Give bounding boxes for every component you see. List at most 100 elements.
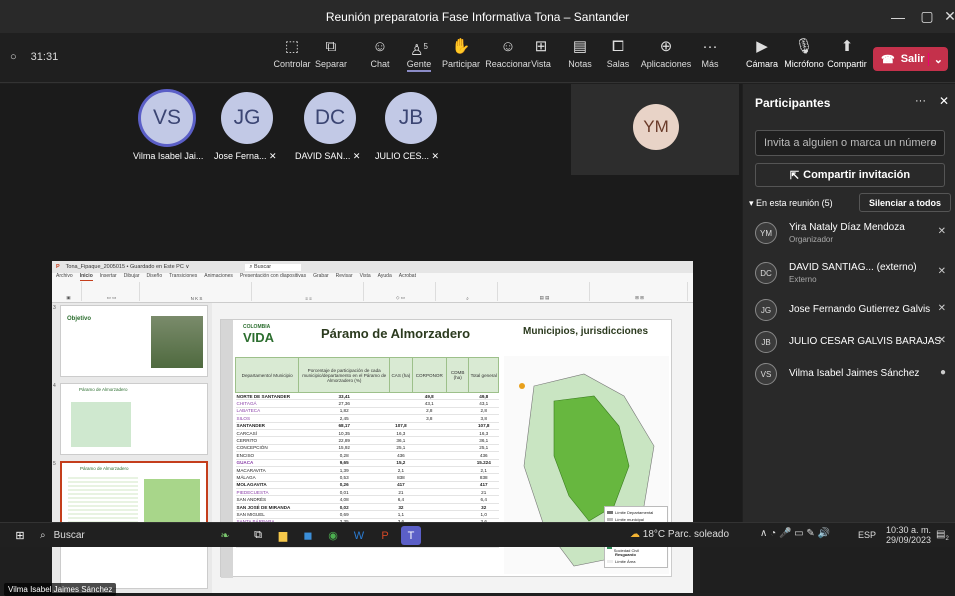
ppt-group-editing: ⌕ [438, 282, 498, 301]
table-cell: 16,3 [468, 429, 499, 438]
ppt-tab[interactable]: Animaciones [204, 273, 233, 281]
table-cell: 0,02 [298, 503, 390, 512]
teams-icon[interactable]: T [401, 526, 421, 545]
participant-row[interactable]: YM Yira Nataly Díaz Mendoza Organizador ✕ [755, 218, 950, 248]
ppt-tab[interactable]: Presentación con diapositivas [240, 273, 306, 281]
participant-row[interactable]: VS Vilma Isabel Jaimes Sánchez ● [755, 359, 950, 389]
apps-button[interactable]: ⊕ Aplicaciones [641, 37, 692, 79]
raise-hand-button[interactable]: ✋ Participar [439, 37, 483, 79]
table-cell [446, 451, 469, 460]
rooms-button[interactable]: ⧠ Salas [596, 37, 640, 79]
store-icon[interactable]: ◼ [298, 526, 318, 545]
more-button[interactable]: ··· Más [688, 37, 732, 79]
ppt-tab[interactable]: Acrobat [399, 273, 416, 281]
video-tile-ym[interactable]: YM [571, 84, 739, 175]
share-invite-button[interactable]: ⇱ Compartir invitación [755, 163, 945, 187]
table-cell [446, 444, 469, 453]
table-cell: SANTANDER [235, 422, 299, 430]
battery-icon: ▭ [794, 528, 804, 539]
avatar-jb[interactable]: JB [385, 92, 437, 144]
people-button[interactable]: ♙5 Gente [397, 37, 441, 79]
share-button[interactable]: ⬆ Compartir [825, 37, 869, 79]
table-cell: 49,8 [412, 392, 447, 401]
table-row: CHITAGÁ 27,36 43,1 43,1 [235, 399, 499, 408]
word-icon[interactable]: W [349, 526, 369, 545]
ppt-tab[interactable]: Archivo [56, 273, 73, 281]
notification-count: 2 [945, 536, 949, 542]
ppt-tab[interactable]: Ayuda [378, 273, 392, 281]
avatar-vs[interactable]: VS [141, 92, 193, 144]
legend-label: Resguardo [615, 552, 636, 557]
ppt-tab[interactable]: Vista [360, 273, 371, 281]
weather-icon: ☁ [630, 529, 640, 540]
section-header[interactable]: ▾ En esta reunión (5) [749, 198, 833, 209]
leave-button[interactable]: ☎ Salir ⌄ [873, 47, 948, 71]
widgets-icon[interactable]: ❧ [208, 526, 242, 545]
invite-input[interactable] [755, 130, 945, 156]
more-label: Más [701, 59, 719, 69]
chrome-icon[interactable]: ◉ [323, 526, 343, 545]
chat-button[interactable]: ☺ Chat [358, 37, 402, 79]
avatar-jg[interactable]: JG [221, 92, 273, 144]
minimize-icon[interactable]: — [883, 0, 913, 33]
ppt-tab[interactable]: Revisar [336, 273, 353, 281]
table-row: MOLAGAVITA 0,26 417 417 [235, 481, 499, 490]
table-cell [446, 392, 469, 401]
taskbar-search[interactable]: ⌕ Buscar [40, 526, 200, 545]
mic-off-icon: ✕ [937, 335, 946, 346]
view-button[interactable]: ⊞ Vista [519, 37, 563, 79]
meeting-toolbar: ○ 31:31 ⬚ Controlar ⧉ Separar ☺ Chat ♙5 Gente… [0, 33, 955, 83]
table-cell: 68,17 [298, 422, 390, 430]
powerpoint-icon[interactable]: P [375, 526, 395, 545]
panel-close-icon[interactable]: ✕ [939, 94, 949, 108]
ppt-tab[interactable]: Insertar [100, 273, 117, 281]
table-cell: 107,8 [389, 422, 413, 430]
mic-off-icon: ✕ [431, 151, 440, 161]
chevron-down-icon: ▾ [749, 198, 754, 208]
clock[interactable]: 10:30 a. m. 29/09/2023 [886, 525, 931, 545]
ppt-titlebar: P Tona_Fipaque_2005015 • Guardado en Est… [52, 261, 693, 273]
participant-row[interactable]: JG Jose Fernando Gutierrez Galvis ✕ [755, 295, 950, 325]
ppt-tab[interactable]: Diseño [147, 273, 163, 281]
ppt-tab[interactable]: Grabar [313, 273, 329, 281]
clock-date: 29/09/2023 [886, 535, 932, 545]
avatar-dc[interactable]: DC [304, 92, 356, 144]
file-explorer-icon[interactable]: ▆ [273, 526, 293, 545]
ppt-tab[interactable]: Transiciones [169, 273, 197, 281]
notification-icon[interactable]: ▤2 [936, 529, 949, 542]
table-cell: 9,65 [298, 459, 390, 467]
table-cell: CONCEPCIÓN [235, 444, 299, 453]
pen-icon: ✎ [806, 528, 815, 539]
table-cell: SILOS [235, 414, 299, 423]
mute-all-button[interactable]: Silenciar a todos [859, 193, 951, 212]
mic-button[interactable]: 🎙 Micrófono [782, 37, 826, 79]
undock-button[interactable]: ⧉ Separar [309, 37, 353, 79]
participant-name: JULIO CESAR GALVIS BARAJAS [789, 336, 942, 347]
tile-name-jb: JULIO CES... ✕ [375, 151, 439, 162]
participant-avatar: JG [755, 299, 777, 321]
windows-start-icon[interactable]: ⊞ [10, 526, 30, 545]
language-indicator[interactable]: ESP [858, 530, 876, 540]
table-cell [412, 451, 447, 460]
weather-widget[interactable]: ☁ 18°C Parc. soleado [630, 529, 729, 540]
tray-icons[interactable]: ∧ ◔ 🎤 ▭ ✎ 🔊 [760, 528, 830, 539]
participant-row[interactable]: DC DAVID SANTIAG... (externo) Externo ✕ [755, 258, 950, 288]
thumb-slide-objetivo[interactable]: Objetivo [60, 305, 208, 377]
ppt-tab[interactable]: Inicio [79, 273, 93, 281]
table-header-cell: CORPONOR [411, 357, 447, 393]
close-icon[interactable]: ✕ [935, 0, 955, 33]
table-cell: CARCASÍ [235, 429, 299, 438]
participant-avatar: YM [755, 222, 777, 244]
participant-row[interactable]: JB JULIO CESAR GALVIS BARAJAS ✕ [755, 327, 950, 357]
panel-more-icon[interactable]: ··· [915, 95, 926, 107]
camera-button[interactable]: ▶ Cámara [740, 37, 784, 79]
taskbar-search-text: Buscar [53, 530, 85, 541]
thumb-slide-4[interactable]: Páramo de Almorzadero [60, 383, 208, 455]
table-cell [446, 481, 469, 490]
tile-name-dc-text: DAVID SAN... [295, 151, 351, 161]
table-cell [446, 495, 469, 504]
control-button[interactable]: ⬚ Controlar [270, 37, 314, 79]
ppt-tab[interactable]: Dibujar [124, 273, 140, 281]
table-cell [412, 510, 447, 519]
task-view-icon[interactable]: ⧉ [248, 526, 268, 545]
